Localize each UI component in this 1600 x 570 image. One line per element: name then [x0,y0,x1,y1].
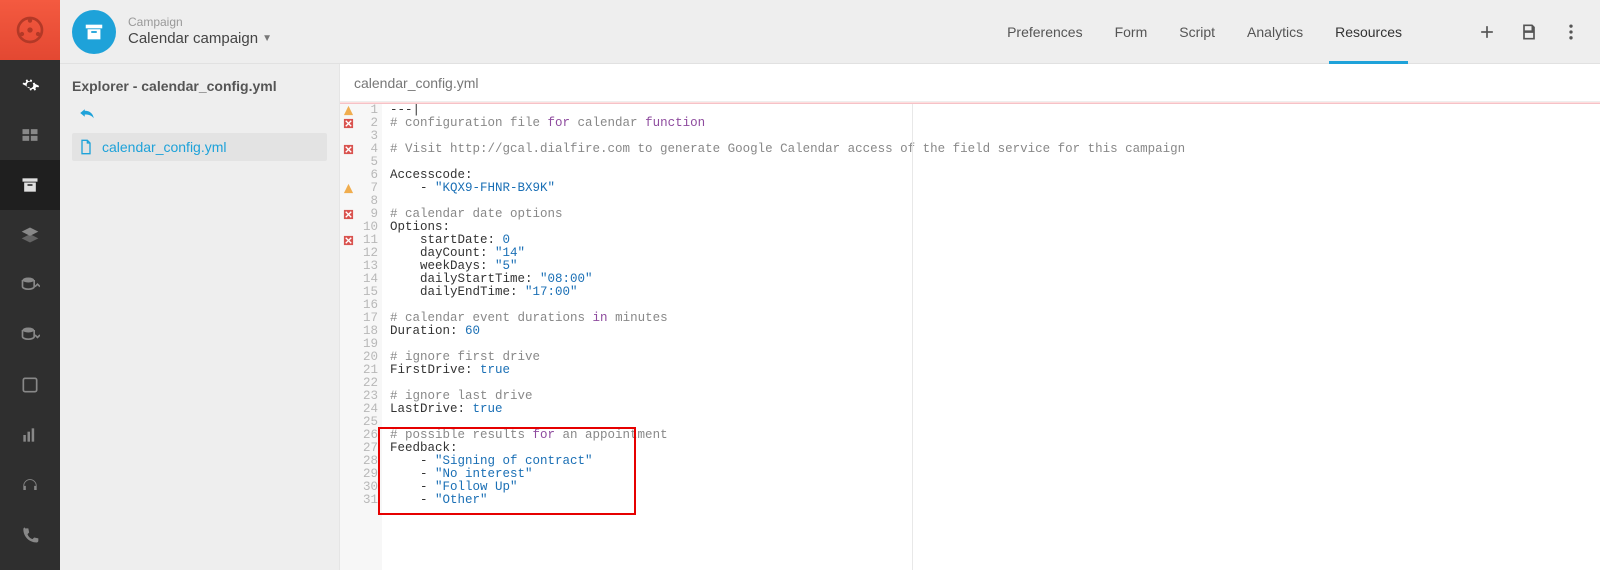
code-line[interactable] [390,338,1600,351]
chevron-down-icon: ▼ [262,33,272,45]
tab-resources[interactable]: Resources [1319,0,1418,64]
left-rail [0,0,60,570]
tab-analytics[interactable]: Analytics [1231,0,1319,64]
rail-grid[interactable] [0,110,60,160]
rail-settings[interactable] [0,60,60,110]
campaign-name: Calendar campaign [128,30,258,48]
code-line[interactable]: # configuration file for calendar functi… [390,117,1600,130]
rail-chart[interactable] [0,410,60,460]
rail-blank[interactable] [0,360,60,410]
campaign-icon[interactable] [72,10,116,54]
code-line[interactable]: # calendar date options [390,208,1600,221]
code-line[interactable]: Accesscode: [390,169,1600,182]
code-line[interactable]: - "No interest" [390,468,1600,481]
code-line[interactable]: # possible results for an appointment [390,429,1600,442]
code-line[interactable]: Duration: 60 [390,325,1600,338]
breadcrumb: Campaign Calendar campaign ▼ [128,15,272,47]
code-line[interactable]: FirstDrive: true [390,364,1600,377]
code-line[interactable]: - "Other" [390,494,1600,507]
explorer-file[interactable]: calendar_config.yml [72,133,327,161]
code-line[interactable]: # calendar event durations in minutes [390,312,1600,325]
code-area[interactable]: 1234567891011121314151617181920212223242… [340,104,1600,570]
code-line[interactable]: - "Signing of contract" [390,455,1600,468]
explorer-title: Explorer - calendar_config.yml [72,74,327,102]
rail-headset[interactable] [0,460,60,510]
code-line[interactable]: # Visit http://gcal.dialfire.com to gene… [390,143,1600,156]
code-line[interactable]: LastDrive: true [390,403,1600,416]
explorer-file-name: calendar_config.yml [102,139,227,155]
code-line[interactable]: dailyEndTime: "17:00" [390,286,1600,299]
code-line[interactable] [390,156,1600,169]
code-line[interactable]: # ignore last drive [390,390,1600,403]
explorer-panel: Explorer - calendar_config.yml calendar_… [60,64,340,570]
code-line[interactable]: - "Follow Up" [390,481,1600,494]
topbar: Campaign Calendar campaign ▼ Preferences… [60,0,1600,64]
code-line[interactable]: - "KQX9-FHNR-BX9K" [390,182,1600,195]
code-line[interactable]: Options: [390,221,1600,234]
code-editor: calendar_config.yml 12345678910111213141… [340,64,1600,570]
tab-preferences[interactable]: Preferences [991,0,1098,64]
code-line[interactable] [390,377,1600,390]
explorer-back[interactable] [72,102,327,127]
code-line[interactable] [390,195,1600,208]
rail-layers[interactable] [0,210,60,260]
rail-phone[interactable] [0,510,60,560]
rail-archive[interactable] [0,160,60,210]
breadcrumb-label: Campaign [128,15,272,29]
toolbar-actions [1470,15,1588,49]
tab-script[interactable]: Script [1163,0,1231,64]
campaign-selector[interactable]: Calendar campaign ▼ [128,30,272,48]
header-tabs: PreferencesFormScriptAnalyticsResources [991,0,1418,64]
add-button[interactable] [1470,15,1504,49]
code-line[interactable]: dayCount: "14" [390,247,1600,260]
editor-filename: calendar_config.yml [340,64,1600,102]
rail-db-up[interactable] [0,260,60,310]
more-button[interactable] [1554,15,1588,49]
tab-form[interactable]: Form [1099,0,1164,64]
app-logo [0,0,60,60]
code-line[interactable]: # ignore first drive [390,351,1600,364]
save-button[interactable] [1512,15,1546,49]
code-line[interactable]: startDate: 0 [390,234,1600,247]
rail-db-down[interactable] [0,310,60,360]
